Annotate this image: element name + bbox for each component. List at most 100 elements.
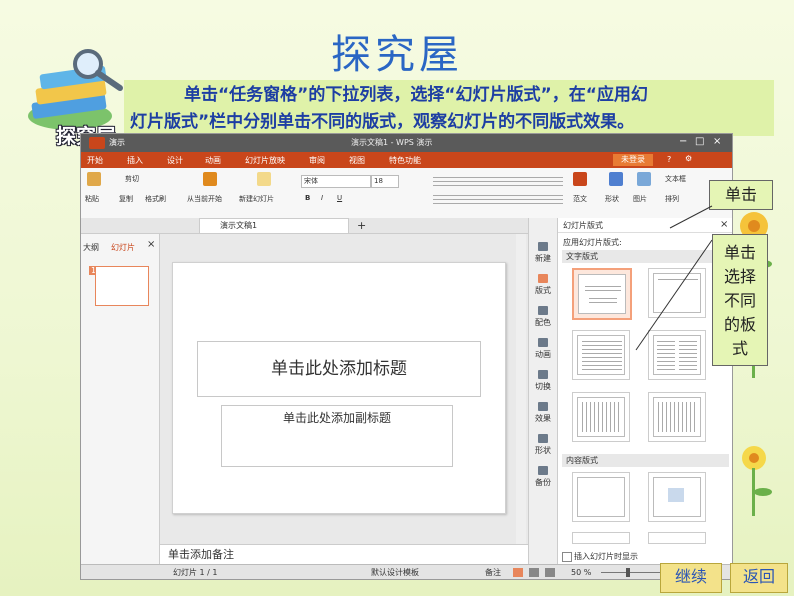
notes-area[interactable]: 单击添加备注	[160, 544, 536, 564]
back-button[interactable]: 返回	[730, 563, 788, 593]
menu-review[interactable]: 审阅	[309, 155, 325, 166]
menu-animation[interactable]: 动画	[205, 155, 221, 166]
app-logo-icon	[89, 137, 105, 149]
sidebar-label: 效果	[535, 414, 551, 423]
document-tab-bar: 演示文稿1 +	[81, 218, 536, 234]
menu-design[interactable]: 设计	[167, 155, 183, 166]
sidebar-item-new[interactable]: 新建	[529, 242, 557, 264]
backup-icon	[538, 466, 548, 475]
paste-icon[interactable]	[87, 172, 101, 186]
tab-document[interactable]: 演示文稿1	[199, 218, 349, 233]
help-icon[interactable]: ?	[667, 155, 671, 164]
show-on-insert-label: 插入幻灯片时显示	[574, 552, 638, 561]
font-size-select[interactable]: 18	[371, 175, 399, 188]
effect-icon	[538, 402, 548, 411]
underline-button[interactable]: U	[337, 194, 342, 202]
sidebar-item-backup[interactable]: 备份	[529, 466, 557, 488]
shape-icon	[538, 434, 548, 443]
app-menu-tab[interactable]: 演示	[109, 137, 125, 148]
slide-thumbnail[interactable]	[95, 266, 149, 306]
layout-icon	[538, 274, 548, 283]
cut-button[interactable]: 剪切	[125, 174, 139, 184]
pointer-line-layout	[635, 239, 713, 351]
align-icons[interactable]	[433, 176, 563, 186]
sidebar-item-transition[interactable]: 切换	[529, 370, 557, 392]
new-icon	[538, 242, 548, 251]
from-current-button[interactable]: 从当前开始	[187, 194, 222, 204]
slide-sorter-icon[interactable]	[529, 568, 539, 577]
bold-button[interactable]: B	[305, 194, 310, 202]
notes-toggle[interactable]: 备注	[485, 565, 501, 579]
layout-blank[interactable]	[572, 472, 630, 522]
italic-button[interactable]: I	[321, 194, 323, 202]
callout-arrow-lines	[635, 205, 713, 351]
zoom-slider-thumb[interactable]	[626, 568, 630, 577]
pane-close-icon[interactable]: ×	[720, 219, 728, 230]
picture-icon[interactable]	[637, 172, 651, 186]
format-painter-button[interactable]: 格式刷	[145, 194, 166, 204]
sidebar-item-shape[interactable]: 形状	[529, 434, 557, 456]
fanwen-icon[interactable]	[573, 172, 587, 186]
normal-view-icon[interactable]	[513, 568, 523, 577]
paste-button[interactable]: 粘贴	[85, 194, 99, 204]
transition-icon	[538, 370, 548, 379]
callout-select-layout: 单击 选择 不同 的板 式	[712, 234, 768, 366]
sidebar-label: 形状	[535, 446, 551, 455]
instruction-text: 单击“任务窗格”的下拉列表，选择“幻灯片版式”，在“应用幻 灯片版式”栏中分别单…	[124, 80, 774, 136]
menu-view[interactable]: 视图	[349, 155, 365, 166]
textbox-button[interactable]: 文本框	[665, 174, 686, 184]
fanwen-button[interactable]: 范文	[573, 194, 587, 204]
tab-slides[interactable]: 幻灯片	[111, 242, 135, 253]
layout-vertical-text[interactable]	[572, 392, 630, 442]
slides-panel: 大纲 幻灯片 × 1	[81, 234, 160, 564]
new-slide-icon[interactable]	[257, 172, 271, 186]
task-sidebar: 新建 版式 配色 动画 切换 效果 形状 备份	[528, 218, 557, 564]
menu-slideshow[interactable]: 幻灯片放映	[245, 155, 285, 166]
sidebar-item-layout[interactable]: 版式	[529, 274, 557, 296]
minimize-icon[interactable]: −	[679, 136, 687, 147]
paragraph-tools	[433, 176, 563, 206]
callout-line: 单击	[723, 243, 756, 262]
shape-icon[interactable]	[609, 172, 623, 186]
new-slide-button[interactable]: 新建幻灯片	[239, 194, 274, 204]
animation-icon	[538, 338, 548, 347]
login-status-button[interactable]: 未登录	[613, 154, 653, 166]
slideshow-icon[interactable]	[203, 172, 217, 186]
menu-bar: 开始 插入 设计 动画 幻灯片放映 审阅 视图 特色功能 未登录 ? ⚙	[81, 152, 732, 168]
layout-content[interactable]	[648, 472, 706, 522]
menu-home[interactable]: 开始	[87, 155, 103, 166]
callout-line: 选择	[723, 267, 756, 286]
layout-content-partial[interactable]	[572, 532, 630, 544]
close-panel-icon[interactable]: ×	[147, 239, 155, 250]
slide[interactable]: 单击此处添加标题 单击此处添加副标题	[172, 262, 506, 514]
layout-vertical-title-text[interactable]	[648, 392, 706, 442]
template-name: 默认设计模板	[371, 568, 419, 577]
continue-button[interactable]: 继续	[660, 563, 722, 593]
instruction-line-2: 灯片版式”栏中分别单击不同的版式，观察幻灯片的不同版式效果。	[130, 112, 635, 132]
indent-icons[interactable]	[433, 194, 563, 204]
title-placeholder[interactable]: 单击此处添加标题	[197, 341, 481, 397]
title-bar: 演示 演示文稿1 - WPS 演示 − □ ×	[81, 134, 732, 152]
sidebar-label: 动画	[535, 350, 551, 359]
add-tab-icon[interactable]: +	[357, 219, 366, 232]
menu-insert[interactable]: 插入	[127, 155, 143, 166]
sidebar-item-animation[interactable]: 动画	[529, 338, 557, 360]
maximize-icon[interactable]: □	[695, 136, 704, 147]
show-on-insert-checkbox[interactable]	[562, 552, 572, 562]
font-name-select[interactable]: 宋体	[301, 175, 371, 188]
menu-special[interactable]: 特色功能	[389, 155, 421, 166]
layout-content-partial[interactable]	[648, 532, 706, 544]
close-icon[interactable]: ×	[713, 136, 721, 147]
sidebar-label: 新建	[535, 254, 551, 263]
sidebar-item-effect[interactable]: 效果	[529, 402, 557, 424]
callout-line: 的板	[723, 315, 756, 334]
color-icon	[538, 306, 548, 315]
tab-outline[interactable]: 大纲	[83, 242, 99, 253]
settings-icon[interactable]: ⚙	[685, 154, 692, 163]
play-icon[interactable]	[545, 568, 555, 577]
sidebar-item-color[interactable]: 配色	[529, 306, 557, 328]
subtitle-placeholder[interactable]: 单击此处添加副标题	[221, 405, 453, 467]
zoom-level: 50 %	[571, 568, 592, 577]
vertical-scrollbar[interactable]	[516, 234, 526, 544]
copy-button[interactable]: 复制	[119, 194, 133, 204]
